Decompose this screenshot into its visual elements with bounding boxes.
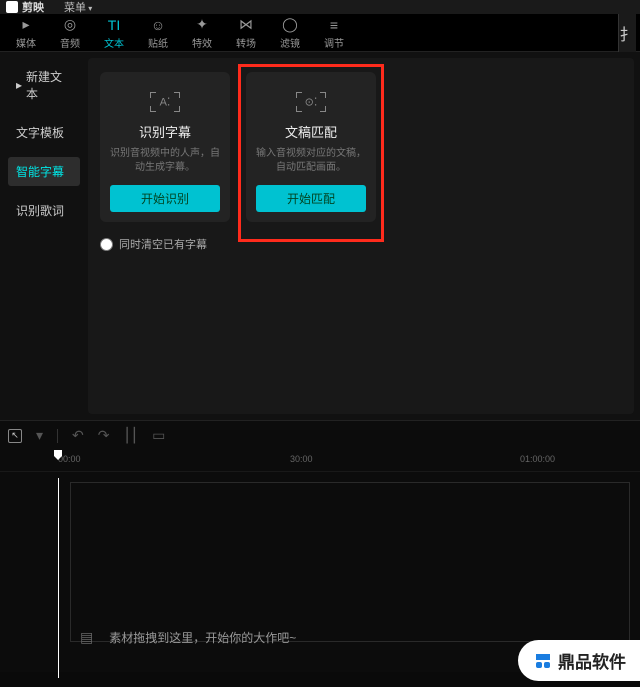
text-icon: TI — [108, 16, 120, 34]
track-drop-area[interactable] — [70, 482, 630, 642]
main-toolbar: ▸ 媒体 ◎ 音频 TI 文本 ☺ 贴纸 ✦ 特效 ⋈ 转场 ◯ 滤镜 ≡ 调节… — [0, 14, 640, 52]
content-panel: A⁚ 识别字幕 识别音视频中的人声，自动生成字幕。 开始识别 ⊙⁚ 文稿匹配 输… — [88, 58, 634, 414]
manuscript-icon: ⊙⁚ — [296, 92, 326, 112]
card-recognize-caption: A⁚ 识别字幕 识别音视频中的人声，自动生成字幕。 开始识别 — [100, 72, 230, 222]
tool-text[interactable]: TI 文本 — [92, 14, 136, 52]
timeline-toolbar: ↖ ▾ ↶ ↷ ⎮⎮ ▭ — [0, 420, 640, 450]
watermark-logo-icon — [536, 654, 550, 668]
filter-icon: ◯ — [282, 16, 298, 34]
tool-transition[interactable]: ⋈ 转场 — [224, 14, 268, 52]
tool-effect[interactable]: ✦ 特效 — [180, 14, 224, 52]
redo-icon[interactable]: ↷ — [98, 427, 110, 444]
clear-caption-input[interactable] — [100, 238, 113, 251]
title-bar: 剪映 菜单 — [0, 0, 640, 14]
audio-icon: ◎ — [64, 16, 76, 34]
tool-sticker[interactable]: ☺ 贴纸 — [136, 14, 180, 52]
ruler-tick: 30:00 — [290, 454, 313, 464]
start-match-button[interactable]: 开始匹配 — [256, 185, 366, 212]
toolbar-right-panel[interactable]: 扌 — [618, 14, 636, 52]
clear-caption-checkbox[interactable]: 同时清空已有字幕 — [100, 236, 622, 252]
undo-icon[interactable]: ↶ — [72, 427, 84, 444]
sidebar-item-new-text[interactable]: ▸ 新建文本 — [8, 62, 80, 108]
watermark-badge: 鼎品软件 — [518, 640, 640, 681]
tool-dropdown-icon[interactable]: ▾ — [36, 427, 43, 444]
start-recognize-button[interactable]: 开始识别 — [110, 185, 220, 212]
split-icon[interactable]: ⎮⎮ — [124, 427, 139, 444]
tool-media[interactable]: ▸ 媒体 — [4, 14, 48, 52]
card-desc: 识别音视频中的人声，自动生成字幕。 — [110, 147, 220, 175]
text-sidebar: ▸ 新建文本 文字模板 智能字幕 识别歌词 — [0, 52, 88, 420]
watermark-text: 鼎品软件 — [558, 648, 626, 673]
tool-filter[interactable]: ◯ 滤镜 — [268, 14, 312, 52]
drop-hint: ▤ 素材拖拽到这里，开始你的大作吧~ — [80, 629, 296, 646]
sticker-icon: ☺ — [151, 16, 165, 34]
separator — [57, 429, 58, 443]
delete-icon[interactable]: ▭ — [152, 427, 165, 444]
card-desc: 输入音视频对应的文稿，自动匹配画面。 — [256, 147, 366, 175]
timeline-ruler[interactable]: 00:00 30:00 01:00:00 — [0, 450, 640, 472]
playhead-line — [58, 478, 59, 678]
right-icon: 扌 — [619, 21, 635, 45]
app-logo-icon — [6, 1, 18, 13]
pointer-tool-icon[interactable]: ↖ — [8, 429, 22, 443]
card-manuscript-match: ⊙⁚ 文稿匹配 输入音视频对应的文稿，自动匹配画面。 开始匹配 — [246, 72, 376, 222]
card-title: 识别字幕 — [139, 122, 191, 141]
tool-adjust[interactable]: ≡ 调节 — [312, 14, 356, 52]
sidebar-item-smart-caption[interactable]: 智能字幕 — [8, 157, 80, 186]
adjust-icon: ≡ — [330, 16, 338, 34]
tool-audio[interactable]: ◎ 音频 — [48, 14, 92, 52]
effect-icon: ✦ — [196, 16, 208, 34]
sidebar-item-lyrics[interactable]: 识别歌词 — [8, 196, 80, 225]
recognize-icon: A⁚ — [150, 92, 180, 112]
transition-icon: ⋈ — [239, 16, 253, 34]
media-placeholder-icon: ▤ — [80, 629, 93, 646]
media-icon: ▸ — [22, 16, 29, 34]
ruler-tick: 01:00:00 — [520, 454, 555, 464]
main-area: ▸ 新建文本 文字模板 智能字幕 识别歌词 A⁚ 识别字幕 识别音视频中的人声，… — [0, 52, 640, 420]
sidebar-item-template[interactable]: 文字模板 — [8, 118, 80, 147]
card-title: 文稿匹配 — [285, 122, 337, 141]
